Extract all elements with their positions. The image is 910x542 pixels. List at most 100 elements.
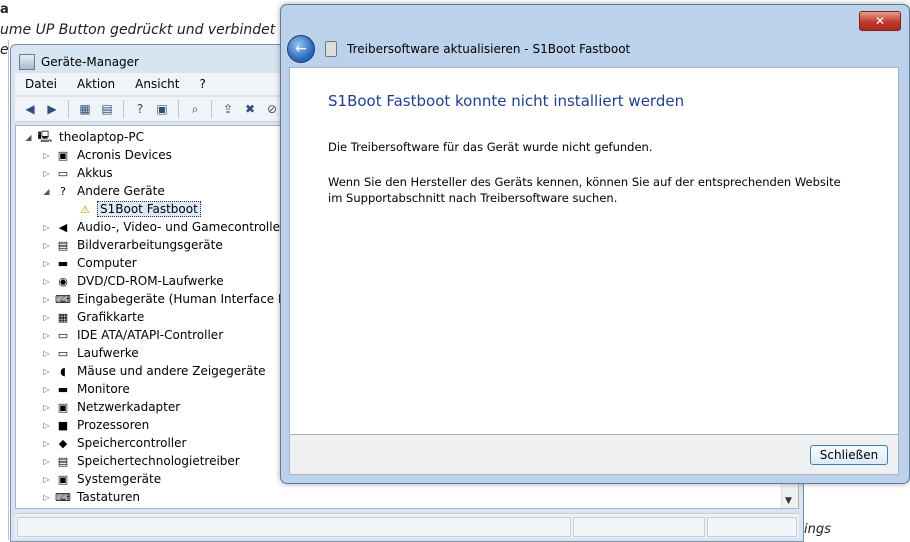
dialog-message: Die Treibersoftware für das Gerät wurde …	[328, 140, 653, 154]
tree-node[interactable]: ▷ ◆ Speichercontroller	[42, 434, 188, 452]
tree-node[interactable]: ▷ ⌨ Tastaturen	[42, 488, 142, 506]
tree-node[interactable]: ▷ ▬ Monitore	[42, 380, 132, 398]
tree-node-label: Akkus	[77, 166, 113, 180]
expand-icon[interactable]: ▷	[42, 259, 51, 268]
dialog-header: ← Treibersoftware aktualisieren - S1Boot…	[287, 33, 901, 65]
computer-icon: ▬	[57, 256, 69, 270]
update-driver-dialog: ✕ ← Treibersoftware aktualisieren - S1Bo…	[280, 4, 910, 484]
tree-node-label: Netzwerkadapter	[77, 400, 181, 414]
dialog-main-title: S1Boot Fastboot konnte nicht installiert…	[328, 92, 685, 110]
dialog-hint: Wenn Sie den Hersteller des Geräts kenne…	[328, 175, 841, 205]
tree-node-label: Andere Geräte	[77, 184, 165, 198]
tree-node-label: Computer	[77, 256, 137, 270]
scan-hardware-icon[interactable]: ⌕	[186, 100, 204, 118]
close-icon: ✕	[874, 14, 886, 28]
expand-icon[interactable]: ▷	[42, 295, 51, 304]
toolbar-separator	[211, 100, 212, 118]
storage-tech-icon: ▤	[57, 454, 69, 468]
tree-node-label: Audio-, Video- und Gamecontroller	[77, 220, 285, 234]
uninstall-icon[interactable]: ✖	[241, 100, 259, 118]
tree-node[interactable]: ▷ ▤ Speichertechnologietreiber	[42, 452, 242, 470]
tree-node[interactable]: ▷ ⌨ Eingabegeräte (Human Interface Devic	[42, 290, 314, 308]
expand-icon[interactable]: ▷	[42, 421, 51, 430]
tree-node[interactable]: ▷ ■ Prozessoren	[42, 416, 151, 434]
tree-node[interactable]: ▷ ▭ Laufwerke	[42, 344, 141, 362]
background-fragment: ings	[804, 522, 831, 537]
mouse-icon: ◖	[60, 364, 66, 378]
system-device-icon: ▣	[57, 472, 69, 486]
processor-icon: ■	[57, 418, 69, 432]
close-window-button[interactable]: ✕	[859, 11, 901, 31]
camera-icon: ▤	[57, 238, 69, 252]
tree-node[interactable]: ▷ ▤ Bildverarbeitungsgeräte	[42, 236, 225, 254]
menu-aktion[interactable]: Aktion	[67, 77, 125, 91]
expand-icon[interactable]: ▷	[42, 403, 51, 412]
tree-node[interactable]: ▷ ▣ Netzwerkadapter	[42, 398, 182, 416]
close-button[interactable]: Schließen	[810, 445, 888, 465]
expand-icon[interactable]: ▷	[42, 439, 51, 448]
speaker-icon: ◀	[58, 220, 68, 234]
status-cell	[17, 517, 571, 537]
tree-node[interactable]: ▷ ▬ Computer	[42, 254, 139, 272]
tree-node[interactable]: ▷ ▣ Systemgeräte	[42, 470, 163, 488]
menu-help[interactable]: ?	[189, 77, 215, 91]
tree-node[interactable]: ▷ ◖ Mäuse und andere Zeigegeräte	[42, 362, 268, 380]
network-adapter-icon: ▣	[57, 400, 69, 414]
tree-node-label: Bildverarbeitungsgeräte	[77, 238, 223, 252]
expand-icon[interactable]: ▷	[42, 241, 51, 250]
expand-icon[interactable]: ▷	[42, 385, 51, 394]
tree-root[interactable]: ◢ 🖳 theolaptop-PC	[24, 128, 146, 146]
tree-node[interactable]: ▷ ▦ Grafikkarte	[42, 308, 146, 326]
tree-node-label: Prozessoren	[77, 418, 150, 432]
collapse-icon[interactable]: ◢	[24, 133, 33, 142]
tree-node-label: Laufwerke	[77, 346, 139, 360]
tree-node[interactable]: ◢ ? Andere Geräte	[42, 182, 167, 200]
tree-node-label: Acronis Devices	[77, 148, 172, 162]
scroll-down-icon[interactable]: ▼	[785, 496, 792, 506]
expand-icon[interactable]: ▷	[42, 475, 51, 484]
tree-node-label: Speichercontroller	[77, 436, 187, 450]
expand-icon[interactable]: ▷	[42, 151, 51, 160]
back-arrow-icon[interactable]: ◀	[21, 100, 39, 118]
forward-arrow-icon[interactable]: ▶	[43, 100, 61, 118]
expand-icon[interactable]: ▷	[42, 367, 51, 376]
tree-node[interactable]: ▷ ▭ Akkus	[42, 164, 115, 182]
disk-drive-icon: ▭	[57, 346, 69, 360]
tree-node-label: S1Boot Fastboot	[97, 201, 201, 217]
expand-icon[interactable]: ▷	[42, 169, 51, 178]
expand-icon[interactable]: ▷	[42, 277, 51, 286]
tree-node[interactable]: ▷ ▭ IDE ATA/ATAPI-Controller	[42, 326, 225, 344]
tree-node-selected[interactable]: ⚠ S1Boot Fastboot	[64, 200, 201, 218]
tree-node[interactable]: ▷ ◀ Audio-, Video- und Gamecontroller	[42, 218, 287, 236]
device-manager-titlebar: Geräte-Manager	[19, 53, 139, 71]
tree-node[interactable]: ▷ ◉ DVD/CD-ROM-Laufwerke	[42, 272, 226, 290]
expand-icon[interactable]: ▷	[42, 313, 51, 322]
expand-icon[interactable]: ▷	[42, 223, 51, 232]
expand-icon[interactable]: ▷	[42, 493, 51, 502]
back-button[interactable]: ←	[287, 35, 315, 63]
update-driver-icon[interactable]: ⇪	[219, 100, 237, 118]
tree-root-label: theolaptop-PC	[59, 130, 144, 144]
device-icon	[325, 41, 337, 57]
tree-node[interactable]: ▷ ▣ Acronis Devices	[42, 146, 174, 164]
unknown-device-icon: ?	[60, 184, 66, 198]
properties-icon[interactable]: ▤	[98, 100, 116, 118]
monitor-icon: ▬	[57, 382, 69, 396]
tree-node-label: IDE ATA/ATAPI-Controller	[77, 328, 224, 342]
menu-ansicht[interactable]: Ansicht	[125, 77, 189, 91]
tree-node-label: Monitore	[77, 382, 130, 396]
view-icon[interactable]: ▦	[76, 100, 94, 118]
acronis-device-icon: ▣	[57, 148, 69, 162]
dialog-header-title: Treibersoftware aktualisieren - S1Boot F…	[347, 42, 631, 56]
toolbar-separator	[68, 100, 69, 118]
menu-datei[interactable]: Datei	[15, 77, 67, 91]
expand-icon[interactable]: ▷	[42, 457, 51, 466]
status-cell	[573, 517, 705, 537]
expand-icon[interactable]: ▷	[42, 331, 51, 340]
help-icon[interactable]: ?	[131, 100, 149, 118]
expand-icon[interactable]: ▷	[42, 349, 51, 358]
background-divider	[8, 40, 9, 540]
disable-icon[interactable]: ⊘	[263, 100, 281, 118]
collapse-icon[interactable]: ◢	[42, 187, 51, 196]
panel-icon[interactable]: ▣	[153, 100, 171, 118]
